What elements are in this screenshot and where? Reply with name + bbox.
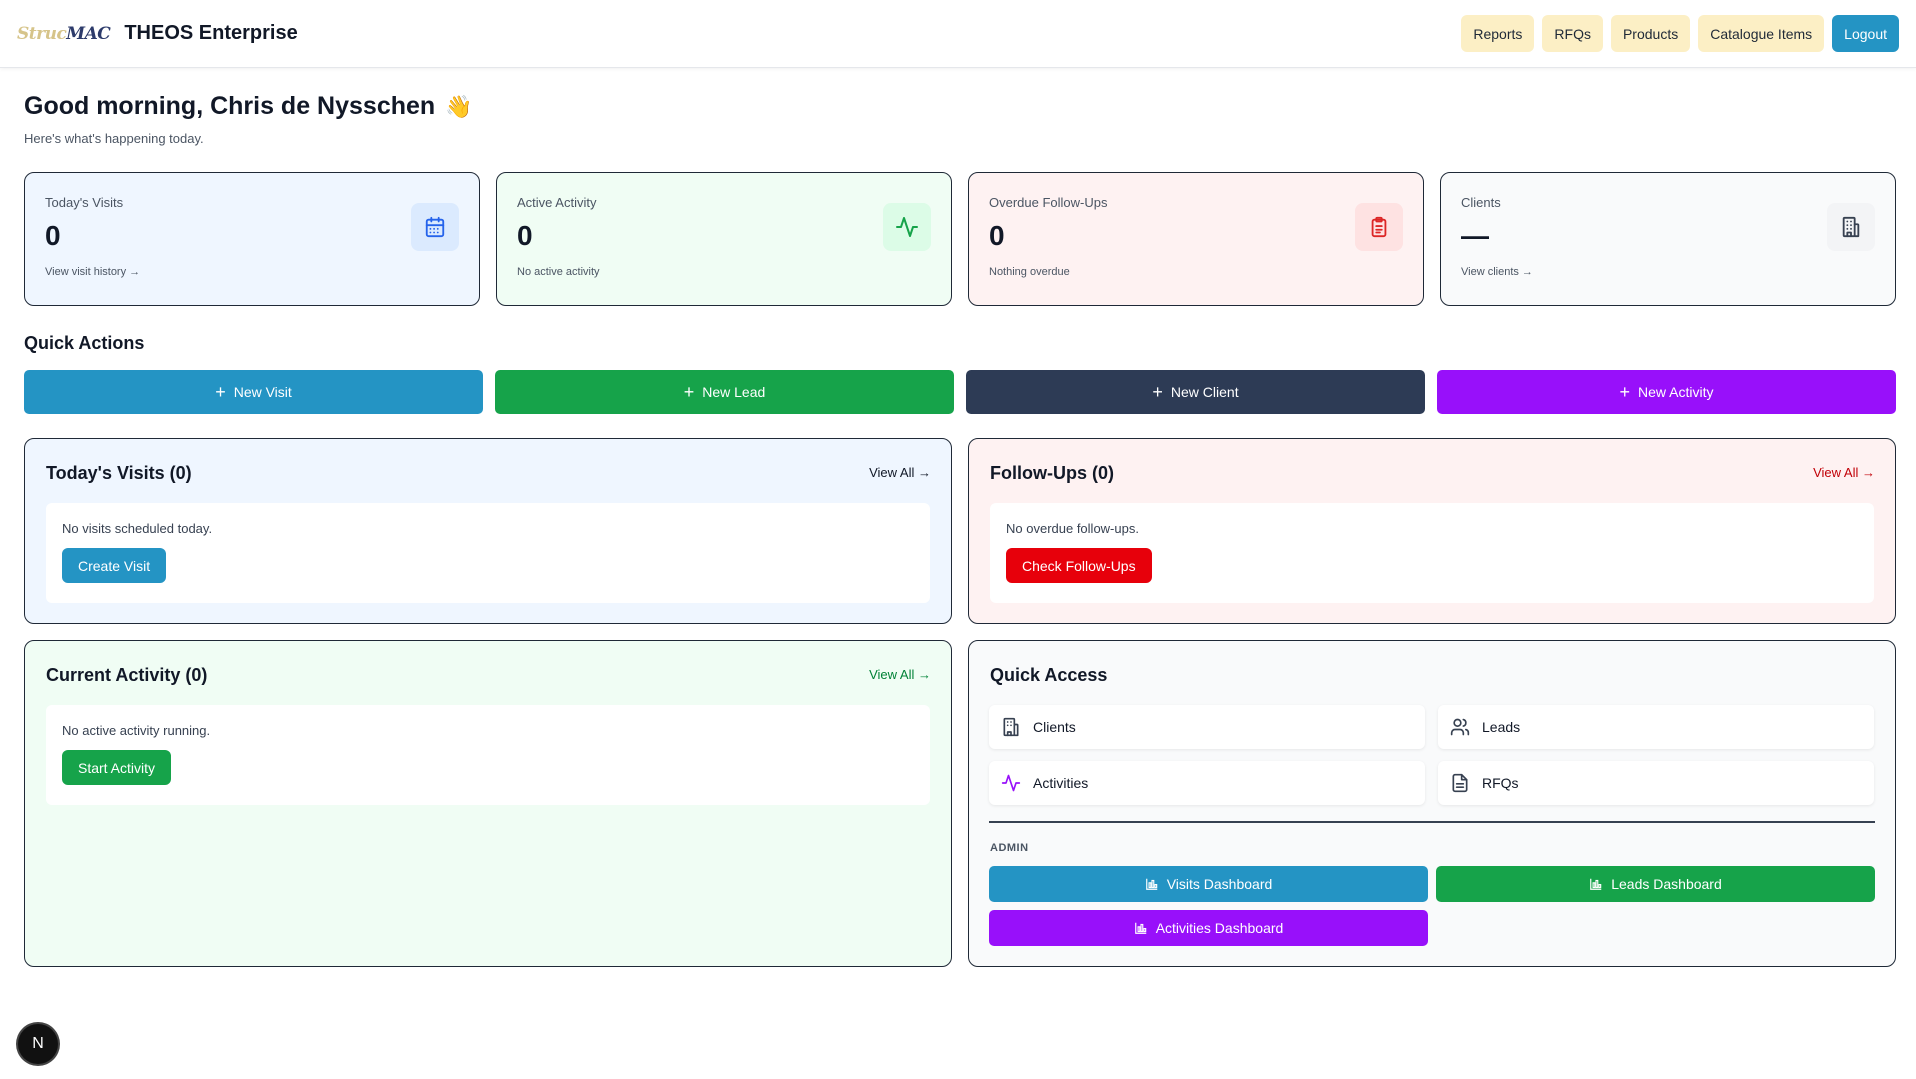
stat-label: Active Activity	[517, 195, 597, 210]
panel-title: Today's Visits (0)	[46, 463, 192, 483]
empty-message: No overdue follow-ups.	[1006, 521, 1139, 536]
brand-title[interactable]: THEOS Enterprise	[124, 22, 297, 45]
button-label: Activities Dashboard	[1155, 920, 1284, 936]
stat-card-overdue-followups[interactable]: Overdue Follow-Ups 0 Nothing overdue	[968, 172, 1424, 306]
building-icon	[1003, 717, 1019, 737]
button-label: New Visit	[233, 384, 292, 400]
leads-dashboard-button[interactable]: Leads Dashboard	[1436, 866, 1875, 902]
bar-chart-icon	[1590, 878, 1602, 890]
quick-access-panel: Quick Access Clients Leads Activities RF…	[968, 640, 1896, 967]
admin-section-label: ADMIN	[990, 842, 1029, 854]
quick-access-label: Activities	[1033, 775, 1089, 791]
next-dev-badge[interactable]: N	[18, 1024, 58, 1064]
stat-caption: Nothing overdue	[989, 266, 1070, 278]
stat-label: Overdue Follow-Ups	[989, 195, 1108, 210]
activities-dashboard-button[interactable]: Activities Dashboard	[989, 910, 1428, 946]
stat-card-todays-visits[interactable]: Today's Visits 0 View visit history →	[24, 172, 480, 306]
quick-actions-heading: Quick Actions	[24, 333, 145, 353]
view-all-activity-link[interactable]: View All →	[869, 667, 931, 682]
quick-access-label: Clients	[1033, 719, 1076, 735]
followups-empty-state: No overdue follow-ups. Check Follow-Ups	[990, 503, 1874, 603]
view-clients-link[interactable]: View clients →	[1461, 266, 1875, 278]
plus-icon: +	[215, 382, 226, 402]
users-icon	[1450, 718, 1470, 736]
new-visit-button[interactable]: + New Visit	[24, 370, 483, 414]
bar-chart-icon	[1145, 878, 1157, 890]
plus-icon: +	[1152, 382, 1163, 402]
stat-card-clients[interactable]: Clients — View clients →	[1440, 172, 1896, 306]
new-activity-button[interactable]: + New Activity	[1437, 370, 1896, 414]
stat-value: —	[1461, 220, 1489, 251]
start-activity-button[interactable]: Start Activity	[62, 750, 172, 785]
nav-products-button[interactable]: Products	[1610, 15, 1691, 52]
follow-ups-panel: Follow-Ups (0) View All → No overdue fol…	[968, 438, 1896, 624]
bar-chart-icon	[1134, 922, 1146, 934]
stat-caption: No active activity	[517, 266, 600, 278]
stat-card-active-activity[interactable]: Active Activity 0 No active activity	[496, 172, 952, 306]
view-all-followups-link[interactable]: View All →	[1813, 465, 1875, 480]
button-label: Leads Dashboard	[1611, 876, 1722, 892]
new-lead-button[interactable]: + New Lead	[495, 370, 954, 414]
current-activity-panel: Current Activity (0) View All → No activ…	[24, 640, 952, 967]
panel-title: Quick Access	[990, 665, 1108, 685]
quick-access-rfqs[interactable]: RFQs	[1438, 761, 1874, 805]
building-icon	[1827, 203, 1875, 251]
nav-reports-button[interactable]: Reports	[1461, 15, 1535, 52]
greeting-heading: Good morning, Chris de Nysschen 👋	[24, 92, 473, 121]
document-icon	[1452, 773, 1468, 793]
activity-empty-state: No active activity running. Start Activi…	[46, 705, 930, 805]
empty-message: No visits scheduled today.	[62, 521, 213, 536]
greeting-subtitle: Here's what's happening today.	[24, 131, 204, 146]
quick-access-clients[interactable]: Clients	[989, 705, 1425, 749]
panel-title: Current Activity (0)	[46, 665, 208, 685]
visits-dashboard-button[interactable]: Visits Dashboard	[989, 866, 1428, 902]
view-all-visits-link[interactable]: View All →	[869, 465, 931, 480]
panel-title: Follow-Ups (0)	[990, 463, 1114, 483]
logout-button[interactable]: Logout	[1832, 15, 1899, 52]
calendar-icon	[411, 203, 459, 251]
nav-links: Reports RFQs Products Catalogue Items Lo…	[1461, 15, 1899, 52]
todays-visits-panel: Today's Visits (0) View All → No visits …	[24, 438, 952, 624]
waving-hand-icon: 👋	[445, 93, 473, 119]
stat-value: 0	[517, 220, 533, 251]
activity-icon	[1001, 774, 1021, 792]
quick-access-activities[interactable]: Activities	[989, 761, 1425, 805]
button-label: New Client	[1170, 384, 1239, 400]
strucmac-logo[interactable]: Struc MAC	[17, 23, 111, 44]
activity-icon	[883, 203, 931, 251]
view-visit-history-link[interactable]: View visit history →	[45, 266, 459, 278]
greeting-text: Good morning, Chris de Nysschen	[24, 92, 436, 120]
clipboard-icon	[1355, 203, 1403, 251]
plus-icon: +	[1619, 382, 1631, 402]
create-visit-button[interactable]: Create Visit	[62, 548, 167, 583]
visits-empty-state: No visits scheduled today. Create Visit	[46, 503, 930, 603]
quick-access-label: RFQs	[1482, 775, 1519, 791]
stat-value: 0	[45, 220, 61, 251]
quick-access-label: Leads	[1482, 719, 1521, 735]
check-followups-button[interactable]: Check Follow-Ups	[1006, 548, 1152, 583]
empty-message: No active activity running.	[62, 723, 211, 738]
nav-rfqs-button[interactable]: RFQs	[1542, 15, 1603, 52]
stat-value: 0	[989, 220, 1005, 251]
divider	[989, 821, 1875, 823]
logo-text-mac: MAC	[66, 23, 111, 44]
plus-icon: +	[683, 382, 695, 402]
stat-label: Clients	[1461, 195, 1501, 210]
new-client-button[interactable]: + New Client	[966, 370, 1425, 414]
button-label: New Activity	[1638, 384, 1714, 400]
quick-access-leads[interactable]: Leads	[1438, 705, 1874, 749]
stat-label: Today's Visits	[45, 195, 124, 210]
nav-catalogue-items-button[interactable]: Catalogue Items	[1698, 15, 1825, 52]
button-label: New Lead	[702, 384, 766, 400]
logo-text-struc: Struc	[17, 23, 67, 44]
top-navbar: Struc MAC THEOS Enterprise Reports RFQs P…	[0, 0, 1916, 68]
button-label: Visits Dashboard	[1166, 876, 1273, 892]
